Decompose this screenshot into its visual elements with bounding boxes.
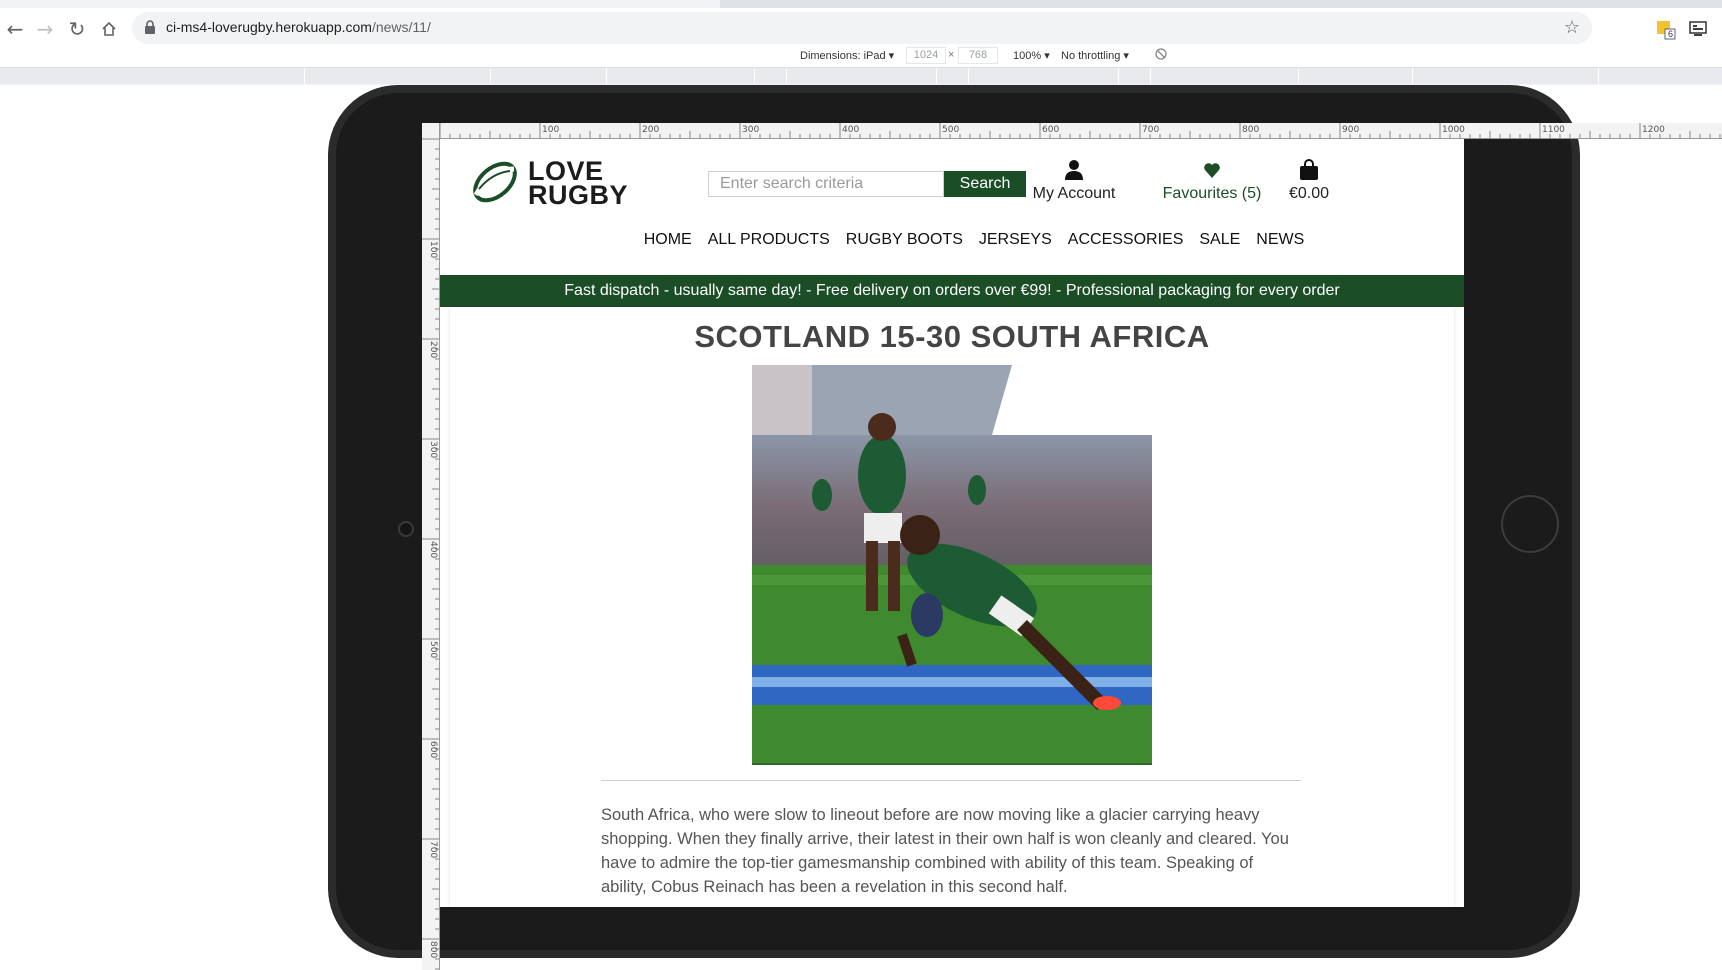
article-title: SCOTLAND 15-30 SOUTH AFRICA	[694, 319, 1210, 354]
ruler-top-label: 800	[1242, 125, 1259, 135]
star-icon[interactable]: ☆	[1564, 17, 1580, 38]
shopping-bag-link[interactable]: €0.00	[1269, 159, 1349, 203]
article-container: SCOTLAND 15-30 SOUTH AFRICA South Africa…	[450, 307, 1454, 907]
ruler-top-label: 900	[1342, 125, 1359, 135]
ruler-left-label: 700	[428, 841, 438, 858]
ruler-left-label: 300	[428, 441, 438, 458]
extension-icon[interactable]: 6	[1656, 20, 1676, 40]
ruler-top-label: 1200	[1642, 125, 1665, 135]
height-field[interactable]: 768	[958, 47, 998, 64]
rotate-icon[interactable]	[1154, 47, 1168, 64]
logo-line-2: RUGBY	[528, 180, 629, 210]
rugby-ball-icon	[473, 161, 517, 203]
search-form: Search	[708, 171, 1026, 197]
browser-chrome: ← → ↻ ci-ms4-loverugby.herokuapp.com/new…	[0, 0, 1722, 85]
nav-item-news[interactable]: NEWS	[1256, 231, 1304, 249]
nav-item-all-products[interactable]: ALL PRODUCTS	[708, 231, 830, 249]
vertical-ruler: 100 200 300 400 500 600 700 800	[422, 123, 440, 970]
logo-text: LOVE RUGBY	[528, 158, 629, 210]
forward-arrow-icon[interactable]: →	[34, 17, 56, 41]
site-logo[interactable]: LOVE RUGBY	[470, 157, 640, 210]
ruler-top-label: 200	[642, 125, 659, 135]
ruler-left-label: 500	[428, 641, 438, 658]
nav-item-accessories[interactable]: ACCESSORIES	[1068, 231, 1184, 249]
search-button[interactable]: Search	[944, 171, 1026, 197]
favourites-label: Favourites (5)	[1162, 185, 1262, 202]
shopping-bag-icon	[1300, 159, 1318, 180]
nav-item-sale[interactable]: SALE	[1199, 231, 1240, 249]
ruler-left-label: 100	[428, 241, 438, 258]
ruler-left-label: 800	[428, 941, 438, 958]
ruler-top-label: 400	[842, 125, 859, 135]
my-account-link[interactable]: My Account	[1024, 159, 1124, 203]
reload-icon[interactable]: ↻	[66, 17, 88, 41]
site-header: LOVE RUGBY Search My Account Favourites …	[440, 139, 1464, 275]
lock-icon	[145, 20, 155, 34]
tab-strip	[0, 0, 1722, 8]
nav-item-rugby-boots[interactable]: RUGBY BOOTS	[846, 231, 963, 249]
device-bottom-bezel	[440, 907, 1464, 949]
times-sign: ×	[948, 49, 955, 61]
ruler-left-label: 600	[428, 741, 438, 758]
ruler-top-label: 600	[1042, 125, 1059, 135]
ruler-top-label: 1100	[1542, 125, 1565, 135]
width-field[interactable]: 1024	[906, 47, 946, 64]
nav-item-home[interactable]: HOME	[644, 231, 692, 249]
page-viewport: LOVE RUGBY Search My Account Favourites …	[440, 139, 1464, 907]
ruler-top-label: 100	[542, 125, 559, 135]
ruler-left-label: 200	[428, 341, 438, 358]
back-arrow-icon[interactable]: ←	[4, 17, 26, 41]
ruler-top-label: 1000	[1442, 125, 1465, 135]
ruler-top-label: 300	[742, 125, 759, 135]
extension-badge: 6	[1668, 29, 1674, 39]
article-image	[752, 365, 1152, 765]
nav-item-jerseys[interactable]: JERSEYS	[979, 231, 1052, 249]
promo-banner: Fast dispatch - usually same day! - Free…	[440, 275, 1464, 307]
ruler-left-label: 400	[428, 541, 438, 558]
ruler-top-label: 500	[942, 125, 959, 135]
address-bar[interactable]: ci-ms4-loverugby.herokuapp.com/news/11/ …	[132, 12, 1592, 44]
user-icon	[1065, 160, 1083, 180]
favourites-link[interactable]: Favourites (5)	[1152, 159, 1272, 203]
throttling-dropdown[interactable]: No throttling ▾	[1061, 49, 1129, 62]
media-query-bar[interactable]	[0, 68, 1722, 84]
dimensions-dropdown[interactable]: Dimensions: iPad ▾	[800, 49, 894, 62]
heart-icon	[1204, 163, 1220, 178]
nav-list: HOME ALL PRODUCTS RUGBY BOOTS JERSEYS ACCESS…	[644, 231, 1305, 249]
home-button-icon	[1501, 495, 1559, 553]
main-navigation: HOME ALL PRODUCTS RUGBY BOOTS JERSEYS ACCESS…	[440, 231, 1464, 261]
device-toolbar: Dimensions: iPad ▾ 1024 × 768 100% ▾ No …	[0, 44, 1722, 68]
my-account-label: My Account	[1032, 185, 1116, 202]
ruler-top-label: 700	[1142, 125, 1159, 135]
article-body: South Africa, who were slow to lineout b…	[601, 806, 1289, 896]
screen-icon[interactable]	[1688, 20, 1708, 40]
bag-total: €0.00	[1288, 185, 1330, 202]
article-divider	[601, 780, 1301, 781]
browser-toolbar: ← → ↻ ci-ms4-loverugby.herokuapp.com/new…	[0, 8, 1722, 48]
zoom-dropdown[interactable]: 100% ▾	[1013, 49, 1050, 62]
search-input[interactable]	[708, 171, 944, 197]
url-text: ci-ms4-loverugby.herokuapp.com/news/11/	[166, 19, 431, 35]
camera-icon	[398, 521, 414, 537]
horizontal-ruler: 100 200 300 400 500 600 700 800 900 1000 1100 1200	[422, 123, 1722, 139]
home-icon[interactable]	[98, 18, 120, 40]
